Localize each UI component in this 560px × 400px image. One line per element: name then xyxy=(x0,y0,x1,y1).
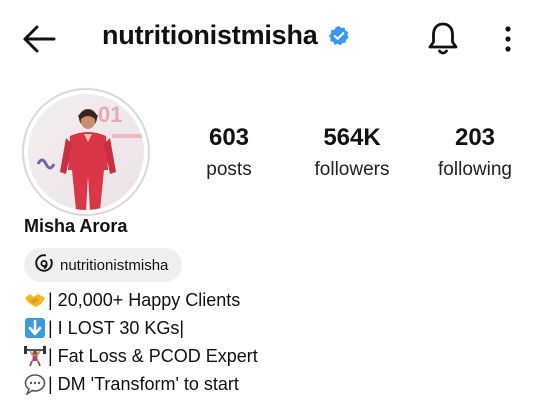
bio-line: | Fat Loss & PCOD Expert xyxy=(24,342,258,370)
username-title: nutritionistmisha xyxy=(102,20,318,50)
profile-avatar[interactable]: 01 xyxy=(22,88,150,216)
bio: | 20,000+ Happy Clients | I LOST 30 KGs|… xyxy=(24,286,258,398)
bio-line: | DM 'Transform' to start xyxy=(24,370,258,398)
back-arrow-icon[interactable] xyxy=(20,22,58,56)
posts-stat[interactable]: 603 posts xyxy=(169,124,289,182)
threads-icon xyxy=(34,252,54,278)
weightlifter-emoji-icon xyxy=(24,345,46,367)
speech-bubble-emoji-icon xyxy=(24,373,46,396)
top-bar: nutritionistmisha xyxy=(0,0,560,76)
following-count: 203 xyxy=(454,124,496,151)
svg-text:01: 01 xyxy=(98,102,122,127)
profile-header: nutritionistmisha xyxy=(102,20,350,51)
threads-link-button[interactable]: nutritionistmisha xyxy=(24,248,183,282)
more-vertical-icon[interactable] xyxy=(496,22,520,56)
bio-text-lost: | I LOST 30 KGs| xyxy=(48,317,185,338)
followers-label: followers xyxy=(314,159,390,180)
avatar-photo: 01 xyxy=(28,94,144,210)
display-name: Misha Arora xyxy=(24,216,128,236)
bio-line: | 20,000+ Happy Clients xyxy=(24,286,258,314)
posts-count: 603 xyxy=(208,124,250,151)
bio-text-dm: | DM 'Transform' to start xyxy=(48,373,239,394)
verified-badge-icon xyxy=(328,25,350,47)
followers-stat[interactable]: 564K followers xyxy=(292,124,412,182)
bio-text-clients: | 20,000+ Happy Clients xyxy=(48,289,241,310)
bell-icon[interactable] xyxy=(424,18,462,58)
following-stat[interactable]: 203 following xyxy=(415,124,535,182)
followers-count: 564K xyxy=(323,124,381,151)
posts-label: posts xyxy=(206,159,252,180)
down-arrow-emoji-icon xyxy=(24,317,46,339)
following-label: following xyxy=(438,159,512,180)
handshake-emoji-icon xyxy=(24,289,46,311)
bio-line: | I LOST 30 KGs| xyxy=(24,314,258,342)
threads-label: nutritionistmisha xyxy=(60,256,169,274)
bio-text-expert: | Fat Loss & PCOD Expert xyxy=(48,345,258,366)
